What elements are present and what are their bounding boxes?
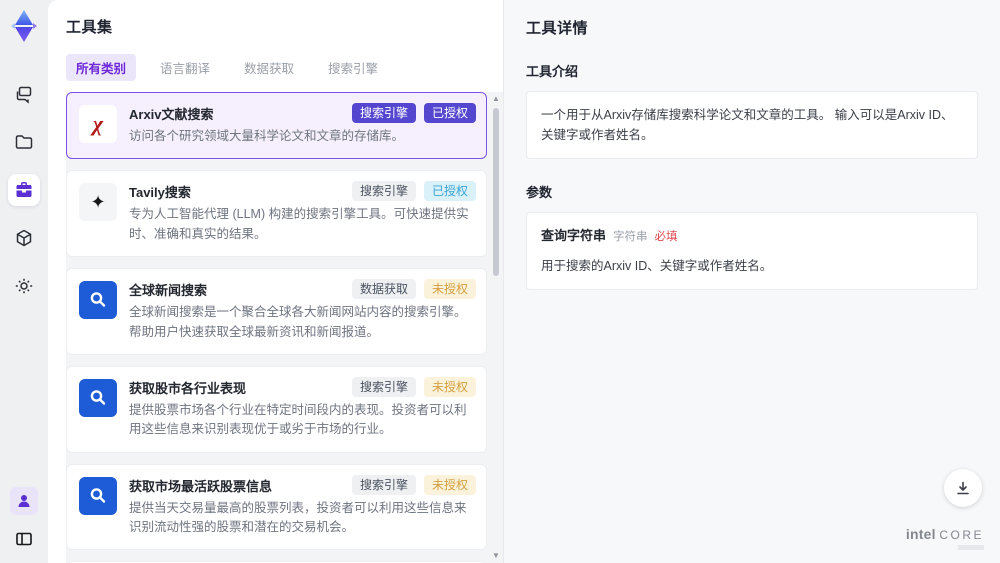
tool-badges: 数据获取 未授权 bbox=[351, 279, 476, 300]
sidebar-bottom bbox=[10, 487, 38, 553]
intel-logo-sub bbox=[958, 545, 984, 550]
category-badge: 搜索引擎 bbox=[351, 181, 416, 202]
scrollbar-thumb[interactable] bbox=[493, 108, 499, 276]
tool-card-arxiv[interactable]: χ Arxiv文献搜索 访问各个研究领域大量科学论文和文章的存储库。 搜索引擎 … bbox=[66, 92, 487, 160]
app-window: 工具集 所有类别 语言翻译 数据获取 搜索引擎 χ Arxiv文献搜索 访问各个… bbox=[0, 0, 1000, 563]
param-card: 查询字符串 字符串 必填 用于搜索的Arxiv ID、关键字或作者姓名。 bbox=[526, 212, 978, 290]
toolbox-icon[interactable] bbox=[8, 174, 40, 206]
category-badge: 数据获取 bbox=[351, 279, 416, 300]
param-header: 查询字符串 字符串 必填 bbox=[541, 226, 963, 247]
chat-icon[interactable] bbox=[8, 78, 40, 110]
intro-heading: 工具介绍 bbox=[526, 64, 579, 79]
arxiv-icon: χ bbox=[79, 105, 117, 143]
category-badge: 搜索引擎 bbox=[351, 376, 416, 397]
details-title: 工具详情 bbox=[526, 20, 589, 37]
tool-details-panel: 工具详情 工具介绍 一个用于从Arxiv存储库搜索科学论文和文章的工具。 输入可… bbox=[503, 0, 1000, 563]
param-required-flag: 必填 bbox=[654, 231, 678, 243]
sparkle-icon: ✦ bbox=[79, 183, 117, 222]
folder-icon[interactable] bbox=[8, 126, 40, 158]
package-icon[interactable] bbox=[8, 222, 40, 254]
sidebar-nav bbox=[8, 78, 40, 302]
auth-status-badge: 未授权 bbox=[423, 376, 476, 397]
magnifier-icon bbox=[79, 281, 117, 320]
list-scrollbar[interactable]: ▲ ▼ bbox=[491, 94, 501, 561]
tool-card-sector-performance[interactable]: 获取股市各行业表现 提供股票市场各个行业在特定时间段内的表现。投资者可以利用这些… bbox=[66, 365, 487, 453]
tool-badges: 搜索引擎 已授权 bbox=[351, 103, 476, 123]
app-logo-icon bbox=[8, 8, 40, 44]
tools-panel: 工具集 所有类别 语言翻译 数据获取 搜索引擎 χ Arxiv文献搜索 访问各个… bbox=[48, 0, 503, 563]
category-badge: 搜索引擎 bbox=[351, 474, 416, 495]
scroll-down-icon[interactable]: ▼ bbox=[491, 551, 501, 561]
user-avatar-icon[interactable] bbox=[10, 487, 38, 515]
tool-description: 提供当天交易量最高的股票列表，投资者可以利用这些信息来识别流动性强的股票和潜在的… bbox=[129, 500, 467, 534]
intel-core-logo: intel core bbox=[906, 526, 984, 550]
tool-description: 全球新闻搜索是一个聚合全球各大新闻网站内容的搜索引擎。帮助用户快速获取全球最新资… bbox=[129, 305, 467, 339]
auth-status-badge: 已授权 bbox=[423, 181, 476, 202]
params-heading: 参数 bbox=[526, 185, 553, 200]
magnifier-icon bbox=[79, 476, 117, 515]
tool-list: χ Arxiv文献搜索 访问各个研究领域大量科学论文和文章的存储库。 搜索引擎 … bbox=[66, 92, 503, 563]
settings-gear-icon[interactable] bbox=[8, 270, 40, 302]
sidebar bbox=[0, 0, 48, 563]
core-logo-text: core bbox=[939, 528, 984, 542]
auth-status-badge: 未授权 bbox=[423, 279, 476, 300]
tab-all-categories[interactable]: 所有类别 bbox=[66, 54, 137, 81]
tool-badges: 搜索引擎 已授权 bbox=[351, 181, 476, 202]
tool-card-global-news[interactable]: 全球新闻搜索 全球新闻搜索是一个聚合全球各大新闻网站内容的搜索引擎。帮助用户快速… bbox=[66, 268, 487, 355]
category-tabs: 所有类别 语言翻译 数据获取 搜索引擎 bbox=[66, 54, 503, 81]
intel-logo-text: intel bbox=[905, 526, 936, 542]
tab-search-engine[interactable]: 搜索引擎 bbox=[318, 54, 388, 81]
param-type: 字符串 bbox=[613, 231, 648, 243]
tool-badges: 搜索引擎 未授权 bbox=[351, 376, 476, 397]
scroll-up-icon[interactable]: ▲ bbox=[491, 94, 501, 104]
tool-badges: 搜索引擎 未授权 bbox=[351, 474, 476, 495]
param-description: 用于搜索的Arxiv ID、关键字或作者姓名。 bbox=[541, 258, 773, 273]
tool-description: 访问各个研究领域大量科学论文和文章的存储库。 bbox=[129, 129, 405, 143]
panel-toggle-icon[interactable] bbox=[10, 525, 38, 553]
page-title: 工具集 bbox=[66, 19, 113, 36]
tab-translation[interactable]: 语言翻译 bbox=[150, 54, 220, 81]
param-name: 查询字符串 bbox=[541, 228, 607, 243]
tool-card-tavily[interactable]: ✦ Tavily搜索 专为人工智能代理 (LLM) 构建的搜索引擎工具。可快速提… bbox=[66, 170, 487, 258]
main-content: 工具集 所有类别 语言翻译 数据获取 搜索引擎 χ Arxiv文献搜索 访问各个… bbox=[48, 0, 1000, 563]
auth-status-badge: 未授权 bbox=[423, 474, 476, 495]
category-badge: 搜索引擎 bbox=[351, 103, 416, 123]
auth-status-badge: 已授权 bbox=[423, 103, 476, 123]
tool-card-most-active-stocks[interactable]: 获取市场最活跃股票信息 提供当天交易量最高的股票列表，投资者可以利用这些信息来识… bbox=[66, 463, 487, 551]
download-button[interactable] bbox=[944, 469, 982, 507]
magnifier-icon bbox=[79, 378, 117, 417]
tool-description: 专为人工智能代理 (LLM) 构建的搜索引擎工具。可快速提供实时、准确和真实的结… bbox=[129, 207, 469, 241]
tab-data-fetch[interactable]: 数据获取 bbox=[234, 54, 304, 81]
intro-box: 一个用于从Arxiv存储库搜索科学论文和文章的工具。 输入可以是Arxiv ID… bbox=[526, 91, 978, 159]
tool-description: 提供股票市场各个行业在特定时间段内的表现。投资者可以利用这些信息来识别表现优于或… bbox=[129, 402, 467, 437]
